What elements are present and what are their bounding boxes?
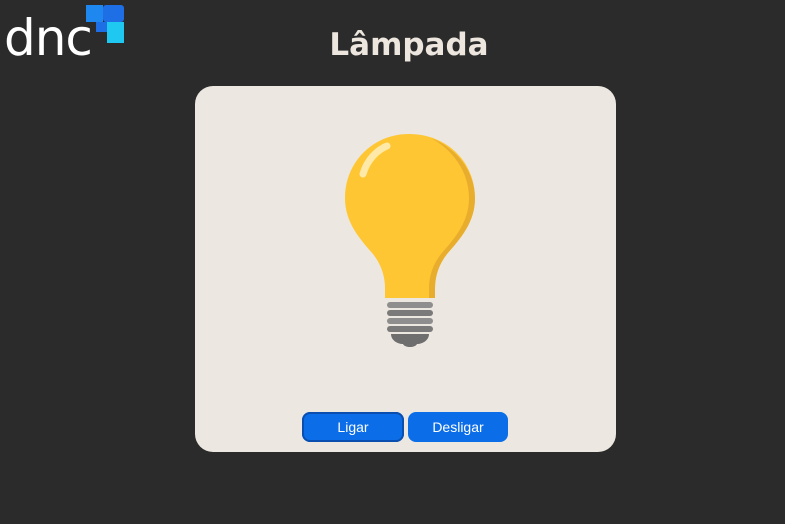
lightbulb-icon [345, 134, 475, 347]
page-title: Lâmpada [329, 27, 489, 63]
turn-off-button[interactable]: Desligar [408, 412, 508, 442]
lamp-controls: Ligar Desligar [302, 412, 508, 442]
lamp-card: Ligar Desligar [195, 86, 616, 452]
turn-on-button[interactable]: Ligar [302, 412, 404, 442]
